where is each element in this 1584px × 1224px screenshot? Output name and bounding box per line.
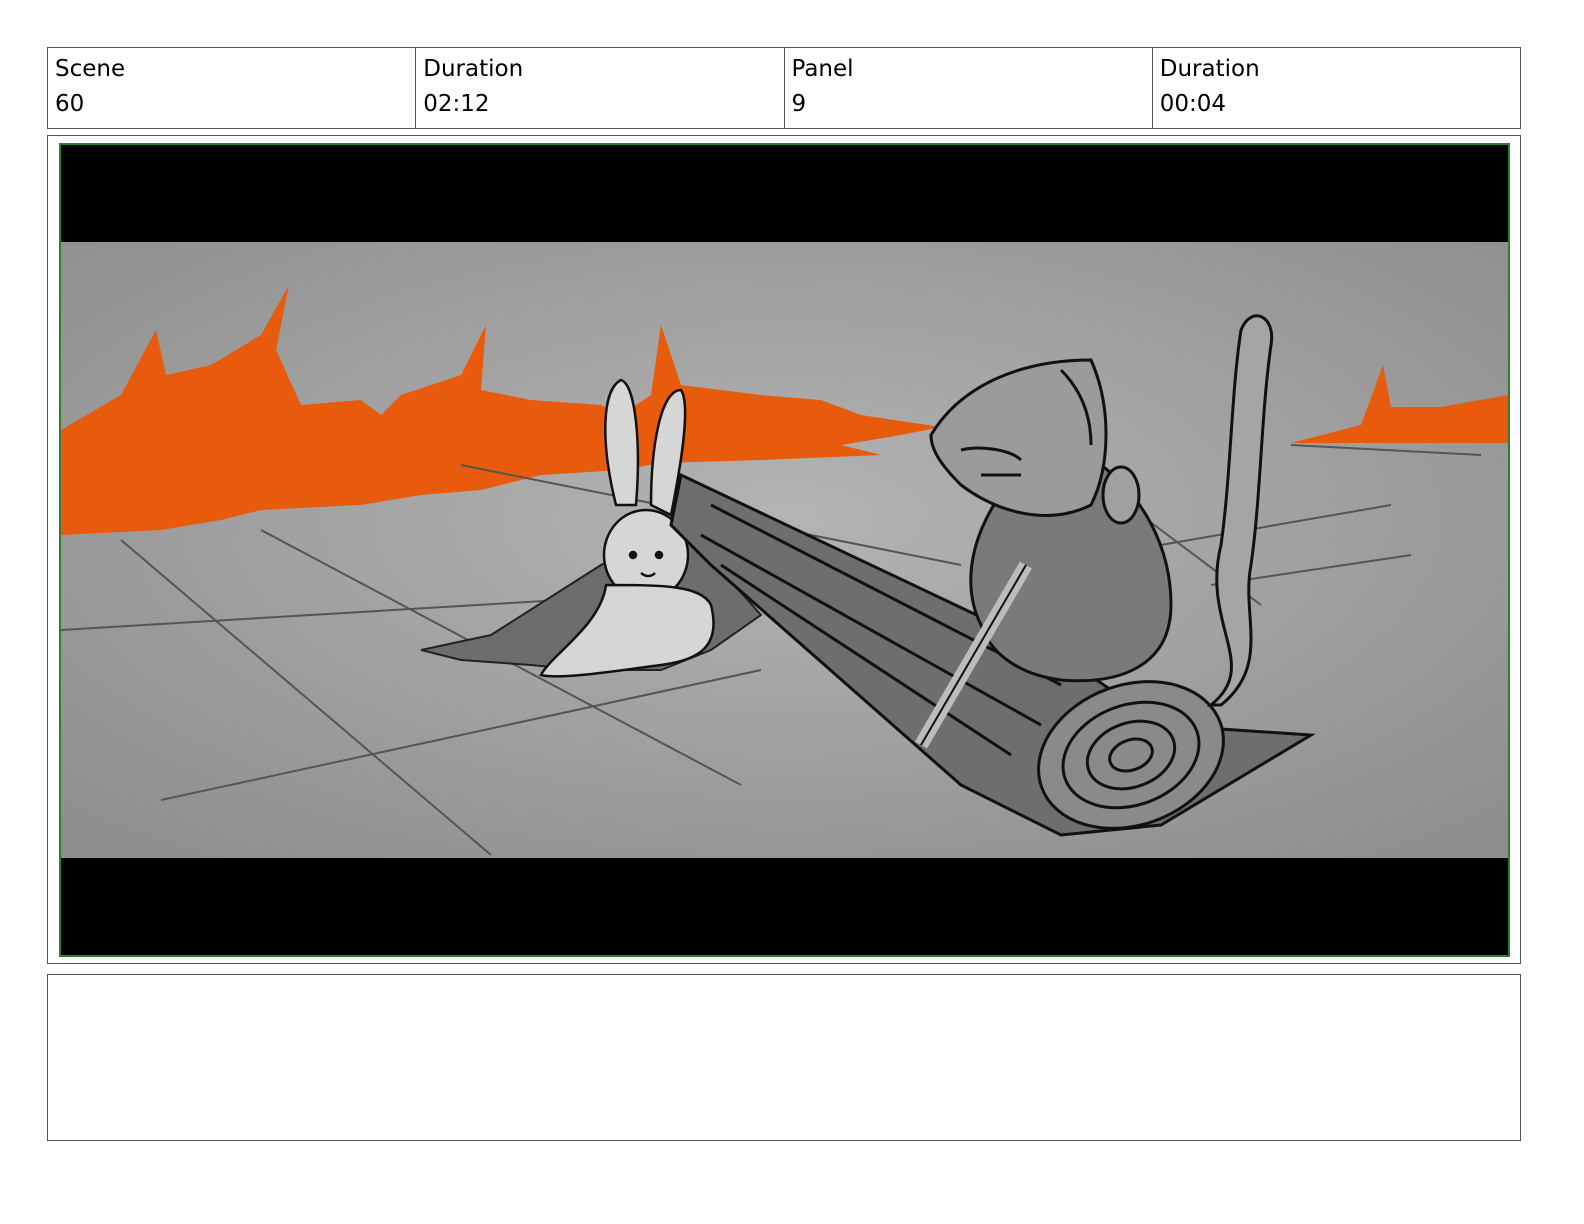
scene-duration-cell: Duration 02:12 bbox=[416, 48, 785, 128]
panel-value: 9 bbox=[791, 91, 807, 117]
panel-notes-box[interactable] bbox=[47, 974, 1521, 1141]
panel-cell: Panel 9 bbox=[785, 48, 1153, 128]
scene-duration-label: Duration bbox=[423, 56, 524, 82]
letterbox-top bbox=[61, 145, 1508, 242]
scene-label: Scene bbox=[55, 56, 126, 82]
scene-cell: Scene 60 bbox=[48, 48, 417, 128]
sketch-illustration bbox=[61, 145, 1508, 955]
scene-duration-value: 02:12 bbox=[423, 91, 490, 117]
scene-value: 60 bbox=[55, 91, 85, 117]
letterbox-bottom bbox=[61, 858, 1508, 955]
panel-duration-label: Duration bbox=[1159, 56, 1260, 82]
panel-duration-value: 00:04 bbox=[1159, 91, 1227, 117]
panel-duration-cell: Duration 00:04 bbox=[1153, 48, 1520, 128]
panel-header-table: Scene 60 Duration 02:12 Panel 9 Duration… bbox=[47, 47, 1521, 129]
panel-frame bbox=[47, 135, 1521, 964]
panel-label: Panel bbox=[791, 56, 854, 82]
storyboard-sketch-image bbox=[59, 143, 1510, 957]
